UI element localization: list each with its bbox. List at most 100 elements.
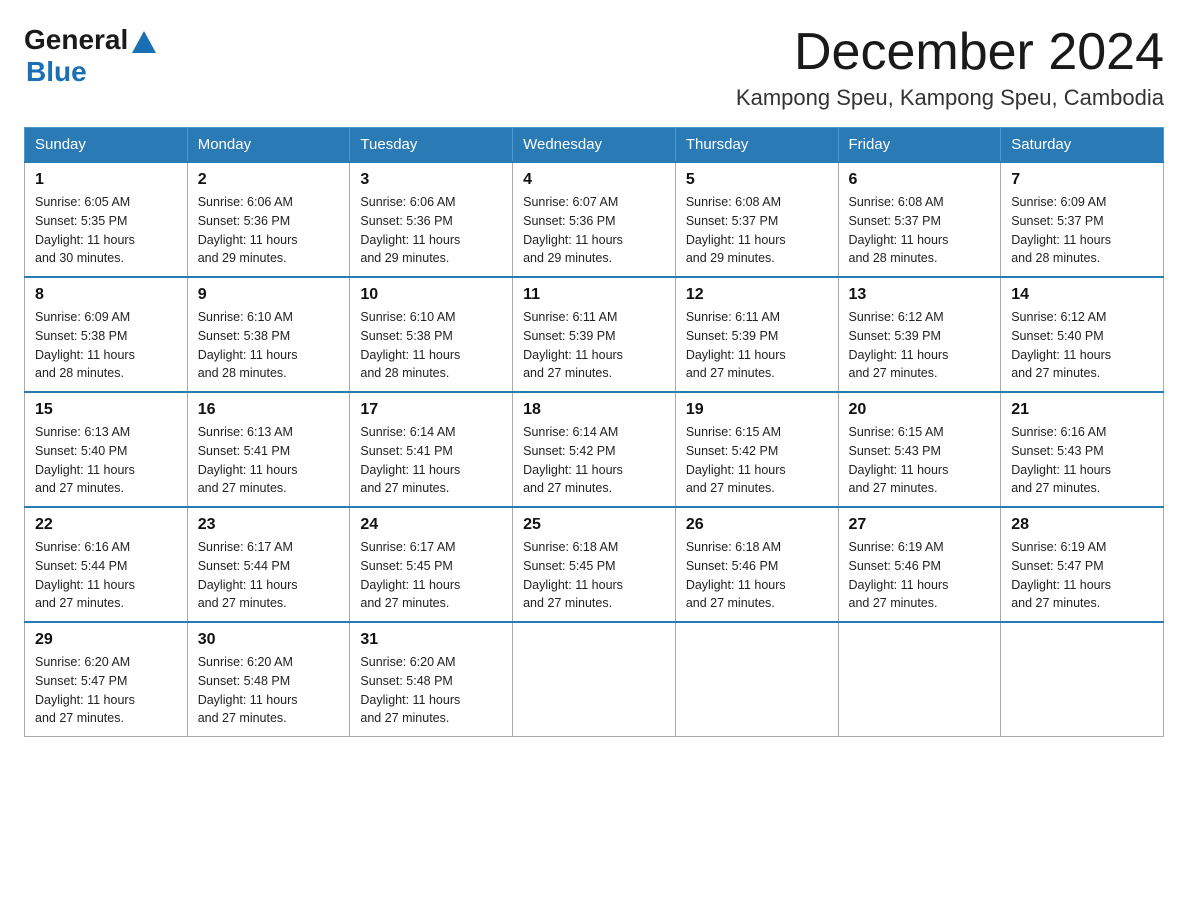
- day-cell-22: 22Sunrise: 6:16 AMSunset: 5:44 PMDayligh…: [25, 507, 188, 622]
- day-number-20: 20: [849, 401, 991, 419]
- logo-general-text: General: [24, 24, 156, 56]
- day-info-9: Sunrise: 6:10 AMSunset: 5:38 PMDaylight:…: [198, 308, 340, 383]
- logo-general-label: General: [24, 24, 128, 56]
- calendar-body: 1 Sunrise: 6:05 AMSunset: 5:35 PMDaylight…: [25, 162, 1164, 737]
- week-row-5: 29Sunrise: 6:20 AMSunset: 5:47 PMDayligh…: [25, 622, 1164, 737]
- day-number-29: 29: [35, 631, 177, 649]
- day-cell-15: 15 Sunrise: 6:13 AMSunset: 5:40 PMDayligh…: [25, 392, 188, 507]
- day-cell-19: 19Sunrise: 6:15 AMSunset: 5:42 PMDayligh…: [675, 392, 838, 507]
- day-cell-31: 31 Sunrise: 6:20 AMSunset: 5:48 PMDayligh…: [350, 622, 513, 737]
- day-cell-16: 16 Sunrise: 6:13 AMSunset: 5:41 PMDayligh…: [187, 392, 350, 507]
- week-row-1: 1 Sunrise: 6:05 AMSunset: 5:35 PMDaylight…: [25, 162, 1164, 277]
- day-info-1: Sunrise: 6:05 AMSunset: 5:35 PMDaylight:…: [35, 193, 177, 268]
- day-info-14: Sunrise: 6:12 AMSunset: 5:40 PMDaylight:…: [1011, 308, 1153, 383]
- day-number-4: 4: [523, 171, 665, 189]
- day-info-2: Sunrise: 6:06 AMSunset: 5:36 PMDaylight:…: [198, 193, 340, 268]
- day-info-20: Sunrise: 6:15 AMSunset: 5:43 PMDaylight:…: [849, 423, 991, 498]
- month-title: December 2024: [736, 24, 1164, 81]
- day-cell-3: 3 Sunrise: 6:06 AMSunset: 5:36 PMDaylight…: [350, 162, 513, 277]
- day-number-14: 14: [1011, 286, 1153, 304]
- day-cell-6: 6 Sunrise: 6:08 AMSunset: 5:37 PMDaylight…: [838, 162, 1001, 277]
- day-info-6: Sunrise: 6:08 AMSunset: 5:37 PMDaylight:…: [849, 193, 991, 268]
- day-number-6: 6: [849, 171, 991, 189]
- empty-cell: [675, 622, 838, 737]
- day-number-3: 3: [360, 171, 502, 189]
- day-number-1: 1: [35, 171, 177, 189]
- weekday-header-wednesday: Wednesday: [513, 128, 676, 163]
- day-cell-9: 9 Sunrise: 6:10 AMSunset: 5:38 PMDaylight…: [187, 277, 350, 392]
- day-cell-2: 2 Sunrise: 6:06 AMSunset: 5:36 PMDaylight…: [187, 162, 350, 277]
- day-info-26: Sunrise: 6:18 AMSunset: 5:46 PMDaylight:…: [686, 538, 828, 613]
- day-number-11: 11: [523, 286, 665, 304]
- day-number-10: 10: [360, 286, 502, 304]
- day-cell-17: 17 Sunrise: 6:14 AMSunset: 5:41 PMDayligh…: [350, 392, 513, 507]
- day-info-16: Sunrise: 6:13 AMSunset: 5:41 PMDaylight:…: [198, 423, 340, 498]
- day-cell-30: 30Sunrise: 6:20 AMSunset: 5:48 PMDayligh…: [187, 622, 350, 737]
- week-row-2: 8 Sunrise: 6:09 AMSunset: 5:38 PMDaylight…: [25, 277, 1164, 392]
- day-info-10: Sunrise: 6:10 AMSunset: 5:38 PMDaylight:…: [360, 308, 502, 383]
- day-info-21: Sunrise: 6:16 AMSunset: 5:43 PMDaylight:…: [1011, 423, 1153, 498]
- day-info-23: Sunrise: 6:17 AMSunset: 5:44 PMDaylight:…: [198, 538, 340, 613]
- weekday-header-row: SundayMondayTuesdayWednesdayThursdayFrid…: [25, 128, 1164, 163]
- day-number-21: 21: [1011, 401, 1153, 419]
- day-cell-13: 13 Sunrise: 6:12 AMSunset: 5:39 PMDayligh…: [838, 277, 1001, 392]
- day-cell-26: 26 Sunrise: 6:18 AMSunset: 5:46 PMDayligh…: [675, 507, 838, 622]
- calendar-table: SundayMondayTuesdayWednesdayThursdayFrid…: [24, 127, 1164, 737]
- day-info-15: Sunrise: 6:13 AMSunset: 5:40 PMDaylight:…: [35, 423, 177, 498]
- day-cell-5: 5 Sunrise: 6:08 AMSunset: 5:37 PMDaylight…: [675, 162, 838, 277]
- day-number-31: 31: [360, 631, 502, 649]
- day-info-17: Sunrise: 6:14 AMSunset: 5:41 PMDaylight:…: [360, 423, 502, 498]
- day-number-8: 8: [35, 286, 177, 304]
- week-row-3: 15 Sunrise: 6:13 AMSunset: 5:40 PMDayligh…: [25, 392, 1164, 507]
- day-cell-24: 24 Sunrise: 6:17 AMSunset: 5:45 PMDayligh…: [350, 507, 513, 622]
- day-info-5: Sunrise: 6:08 AMSunset: 5:37 PMDaylight:…: [686, 193, 828, 268]
- weekday-header-thursday: Thursday: [675, 128, 838, 163]
- day-info-28: Sunrise: 6:19 AMSunset: 5:47 PMDaylight:…: [1011, 538, 1153, 613]
- day-number-24: 24: [360, 516, 502, 534]
- title-block: December 2024 Kampong Speu, Kampong Speu…: [736, 24, 1164, 111]
- day-cell-8: 8 Sunrise: 6:09 AMSunset: 5:38 PMDaylight…: [25, 277, 188, 392]
- day-number-27: 27: [849, 516, 991, 534]
- day-info-8: Sunrise: 6:09 AMSunset: 5:38 PMDaylight:…: [35, 308, 177, 383]
- day-cell-4: 4Sunrise: 6:07 AMSunset: 5:36 PMDaylight…: [513, 162, 676, 277]
- day-number-12: 12: [686, 286, 828, 304]
- empty-cell: [838, 622, 1001, 737]
- day-info-3: Sunrise: 6:06 AMSunset: 5:36 PMDaylight:…: [360, 193, 502, 268]
- day-info-24: Sunrise: 6:17 AMSunset: 5:45 PMDaylight:…: [360, 538, 502, 613]
- day-number-25: 25: [523, 516, 665, 534]
- day-info-13: Sunrise: 6:12 AMSunset: 5:39 PMDaylight:…: [849, 308, 991, 383]
- day-number-9: 9: [198, 286, 340, 304]
- day-number-13: 13: [849, 286, 991, 304]
- day-info-27: Sunrise: 6:19 AMSunset: 5:46 PMDaylight:…: [849, 538, 991, 613]
- day-number-5: 5: [686, 171, 828, 189]
- day-cell-12: 12 Sunrise: 6:11 AMSunset: 5:39 PMDayligh…: [675, 277, 838, 392]
- empty-cell: [513, 622, 676, 737]
- page-header: General Blue December 2024 Kampong Speu,…: [24, 24, 1164, 111]
- empty-cell: [1001, 622, 1164, 737]
- day-number-15: 15: [35, 401, 177, 419]
- day-number-17: 17: [360, 401, 502, 419]
- logo-triangle-icon: [132, 31, 156, 53]
- weekday-header-saturday: Saturday: [1001, 128, 1164, 163]
- day-cell-14: 14 Sunrise: 6:12 AMSunset: 5:40 PMDayligh…: [1001, 277, 1164, 392]
- day-info-18: Sunrise: 6:14 AMSunset: 5:42 PMDaylight:…: [523, 423, 665, 498]
- day-cell-11: 11 Sunrise: 6:11 AMSunset: 5:39 PMDayligh…: [513, 277, 676, 392]
- weekday-header-friday: Friday: [838, 128, 1001, 163]
- day-number-7: 7: [1011, 171, 1153, 189]
- day-number-26: 26: [686, 516, 828, 534]
- day-number-2: 2: [198, 171, 340, 189]
- week-row-4: 22Sunrise: 6:16 AMSunset: 5:44 PMDayligh…: [25, 507, 1164, 622]
- logo-blue-label: Blue: [26, 56, 87, 88]
- day-number-16: 16: [198, 401, 340, 419]
- day-info-25: Sunrise: 6:18 AMSunset: 5:45 PMDaylight:…: [523, 538, 665, 613]
- day-info-30: Sunrise: 6:20 AMSunset: 5:48 PMDaylight:…: [198, 653, 340, 728]
- calendar-header: SundayMondayTuesdayWednesdayThursdayFrid…: [25, 128, 1164, 163]
- day-info-12: Sunrise: 6:11 AMSunset: 5:39 PMDaylight:…: [686, 308, 828, 383]
- day-info-11: Sunrise: 6:11 AMSunset: 5:39 PMDaylight:…: [523, 308, 665, 383]
- day-info-31: Sunrise: 6:20 AMSunset: 5:48 PMDaylight:…: [360, 653, 502, 728]
- day-cell-28: 28Sunrise: 6:19 AMSunset: 5:47 PMDayligh…: [1001, 507, 1164, 622]
- day-info-19: Sunrise: 6:15 AMSunset: 5:42 PMDaylight:…: [686, 423, 828, 498]
- day-cell-20: 20 Sunrise: 6:15 AMSunset: 5:43 PMDayligh…: [838, 392, 1001, 507]
- day-cell-10: 10 Sunrise: 6:10 AMSunset: 5:38 PMDayligh…: [350, 277, 513, 392]
- logo: General Blue: [24, 24, 156, 88]
